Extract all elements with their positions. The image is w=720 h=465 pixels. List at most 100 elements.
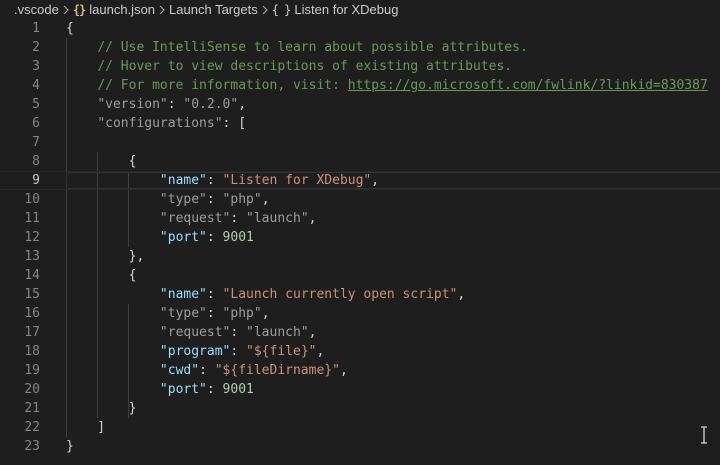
line-number: 13	[24, 249, 40, 264]
code-line[interactable]: 18 "program": "${file}",	[0, 342, 720, 361]
code-line[interactable]: 14 {	[0, 266, 720, 285]
code-punctuation	[66, 382, 160, 397]
code-key: "type"	[159, 192, 207, 207]
code-string: "php"	[222, 192, 262, 207]
breadcrumb-label: Listen for XDebug	[294, 2, 399, 17]
code-punctuation	[66, 230, 160, 245]
line-number: 3	[32, 59, 40, 74]
code-key: "request"	[159, 211, 231, 226]
code-line[interactable]: 8 {	[0, 152, 720, 171]
code-punctuation	[66, 173, 160, 188]
object-symbol-icon: { }	[271, 2, 292, 17]
line-number: 7	[32, 135, 40, 150]
chevron-right-icon	[59, 5, 73, 15]
line-number: 20	[24, 382, 40, 397]
breadcrumb-label: .vscode	[14, 2, 59, 17]
code-text: {	[66, 152, 137, 171]
breadcrumb-folder-vscode[interactable]: .vscode	[0, 2, 59, 17]
breadcrumb: .vscode {} launch.json Launch Targets { …	[0, 0, 720, 19]
code-line[interactable]: 22 ]	[0, 418, 720, 437]
code-text: "version": "0.2.0",	[66, 95, 246, 114]
code-punctuation: ,	[261, 306, 270, 321]
line-number: 17	[24, 325, 40, 340]
line-number: 1	[32, 21, 40, 36]
code-string: "Listen for XDebug"	[222, 173, 372, 188]
code-text: },	[66, 247, 145, 266]
code-key: "cwd"	[159, 363, 200, 378]
code-punctuation	[66, 78, 97, 93]
code-text: "cwd": "${fileDirname}",	[66, 361, 348, 380]
line-number: 23	[24, 439, 40, 454]
code-string: "${fileDirname}"	[214, 363, 340, 378]
code-text: "program": "${file}",	[66, 342, 324, 361]
line-number: 2	[32, 40, 40, 55]
code-punctuation	[66, 40, 97, 55]
code-line[interactable]: 20 "port": 9001	[0, 380, 720, 399]
code-line[interactable]: 19 "cwd": "${fileDirname}",	[0, 361, 720, 380]
breadcrumb-symbol-launch-targets[interactable]: Launch Targets	[169, 2, 258, 17]
breadcrumb-symbol-listen-for-xdebug[interactable]: { } Listen for XDebug	[272, 2, 399, 17]
line-number: 22	[24, 420, 40, 435]
code-punctuation	[66, 325, 160, 340]
code-line[interactable]: 2 // Use IntelliSense to learn about pos…	[0, 38, 720, 57]
code-editor[interactable]: 1{2 // Use IntelliSense to learn about p…	[0, 19, 720, 465]
code-punctuation: ,	[339, 363, 348, 378]
code-key: "name"	[159, 287, 207, 302]
code-line[interactable]: 6 "configurations": [	[0, 114, 720, 133]
line-number: 9	[32, 173, 40, 188]
code-link[interactable]: https://go.microsoft.com/fwlink/?linkid=…	[348, 78, 708, 93]
code-line[interactable]: 17 "request": "launch",	[0, 323, 720, 342]
code-string: "${file}"	[246, 344, 317, 359]
code-line[interactable]: 10 "type": "php",	[0, 190, 720, 209]
line-number: 21	[24, 401, 40, 416]
code-line[interactable]: 11 "request": "launch",	[0, 209, 720, 228]
code-punctuation: }	[66, 439, 74, 454]
code-punctuation: ,	[308, 211, 317, 226]
code-string: "0.2.0"	[183, 97, 239, 112]
line-number: 10	[24, 192, 40, 207]
code-line[interactable]: 9 "name": "Listen for XDebug",	[0, 171, 720, 190]
line-number: 15	[24, 287, 40, 302]
code-punctuation: ,	[316, 344, 325, 359]
code-comment: // For more information, visit:	[97, 78, 348, 93]
code-punctuation	[66, 363, 160, 378]
code-text: "request": "launch",	[66, 323, 317, 342]
code-punctuation	[66, 116, 97, 131]
code-punctuation	[66, 97, 97, 112]
code-line[interactable]: 13 },	[0, 247, 720, 266]
code-line[interactable]: 3 // Hover to view descriptions of exist…	[0, 57, 720, 76]
code-key: "version"	[97, 97, 168, 112]
code-punctuation: :	[230, 344, 247, 359]
code-line[interactable]: 21 }	[0, 399, 720, 418]
code-text: // Use IntelliSense to learn about possi…	[66, 38, 527, 57]
code-line[interactable]: 23}	[0, 437, 720, 456]
code-punctuation: :	[206, 287, 223, 302]
code-punctuation: :	[206, 192, 223, 207]
code-text: "type": "php",	[66, 190, 270, 209]
code-line[interactable]: 7	[0, 133, 720, 152]
code-string: "Launch currently open script"	[222, 287, 458, 302]
code-key: "program"	[159, 344, 231, 359]
code-text: {	[66, 266, 137, 285]
code-line[interactable]: 16 "type": "php",	[0, 304, 720, 323]
code-line[interactable]: 4 // For more information, visit: https:…	[0, 76, 720, 95]
code-punctuation: :	[206, 382, 223, 397]
code-text: ]	[66, 418, 105, 437]
code-punctuation: :	[206, 306, 223, 321]
code-line[interactable]: 1{	[0, 19, 720, 38]
code-line[interactable]: 5 "version": "0.2.0",	[0, 95, 720, 114]
chevron-right-icon	[258, 5, 272, 15]
breadcrumb-file-launch-json[interactable]: {} launch.json	[73, 2, 155, 17]
code-line[interactable]: 15 "name": "Launch currently open script…	[0, 285, 720, 304]
code-punctuation: ,	[457, 287, 466, 302]
code-punctuation: :	[206, 173, 223, 188]
code-line[interactable]: 12 "port": 9001	[0, 228, 720, 247]
code-text: }	[66, 399, 137, 418]
code-comment: // Hover to view descriptions of existin…	[97, 59, 513, 74]
code-text: "port": 9001	[66, 380, 254, 399]
code-punctuation: {	[66, 154, 137, 169]
code-text: "name": "Listen for XDebug",	[66, 172, 379, 189]
code-text: "request": "launch",	[66, 209, 317, 228]
chevron-right-icon	[155, 5, 169, 15]
code-punctuation	[66, 287, 160, 302]
